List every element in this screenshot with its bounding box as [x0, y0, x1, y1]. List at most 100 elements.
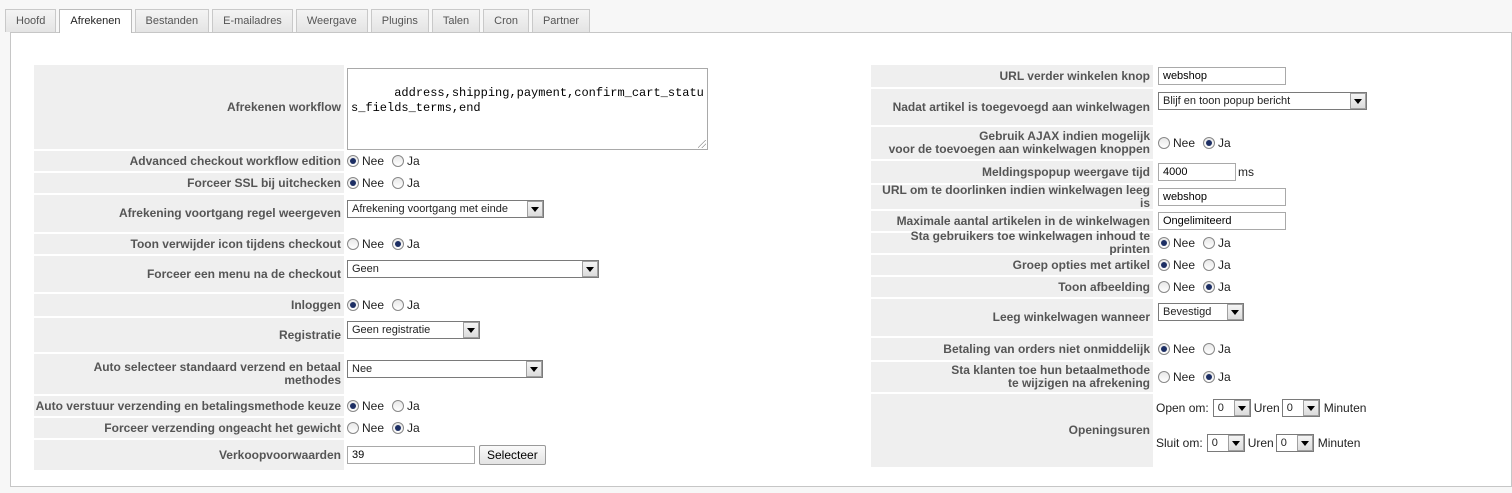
auto-select-row: Auto selecteer standaard verzend en beta… [34, 354, 543, 394]
login-radio-nee[interactable]: Nee [347, 298, 384, 312]
open-hours-select[interactable]: 0 [1212, 399, 1251, 417]
group-options-radio-nee[interactable]: Nee [1158, 258, 1195, 272]
force-shipping-radio-nee[interactable]: Nee [347, 421, 384, 435]
radio-circle-icon[interactable] [347, 238, 359, 250]
tab-afrekenen[interactable]: Afrekenen [59, 9, 132, 33]
login-radio-ja[interactable]: Ja [392, 298, 420, 312]
empty-cart-when-value: Bevestigd [1163, 306, 1212, 318]
remove-icon-radio-nee[interactable]: Nee [347, 237, 384, 251]
tab-e-mailadres[interactable]: E-mailadres [212, 9, 293, 32]
show-image-radio-ja[interactable]: Ja [1203, 280, 1231, 294]
radio-circle-icon[interactable] [1203, 343, 1216, 355]
radio-circle-icon[interactable] [1158, 281, 1170, 293]
radio-label: Ja [1218, 280, 1231, 294]
radio-label: Nee [1173, 236, 1196, 250]
registration-select[interactable]: Geen registratie [347, 321, 480, 339]
continue-url-input[interactable] [1158, 67, 1286, 85]
radio-label: Ja [407, 421, 420, 435]
tab-partner[interactable]: Partner [531, 9, 591, 32]
chevron-down-icon[interactable] [582, 261, 598, 277]
force-ssl-radio-ja[interactable]: Ja [392, 176, 420, 190]
remove-icon-radio-ja[interactable]: Ja [392, 237, 420, 251]
group-options-row: Groep opties met artikel Nee Ja [871, 255, 1239, 275]
force-ssl-radio-nee[interactable]: Nee [347, 176, 384, 190]
resize-grip-icon[interactable] [698, 140, 706, 148]
radio-circle-icon[interactable] [1158, 259, 1170, 271]
tab-talen[interactable]: Talen [431, 9, 481, 32]
payment-not-immediate-radio-nee[interactable]: Nee [1158, 342, 1195, 356]
print-cart-radio-nee[interactable]: Nee [1158, 236, 1195, 250]
popup-time-input[interactable] [1158, 163, 1236, 181]
show-image-radio-nee[interactable]: Nee [1158, 280, 1195, 294]
radio-circle-icon[interactable] [392, 155, 405, 167]
chevron-down-icon[interactable] [1350, 93, 1366, 109]
radio-circle-icon[interactable] [1158, 371, 1170, 383]
radio-circle-icon[interactable] [347, 155, 359, 167]
empty-cart-when-select[interactable]: Bevestigd [1158, 303, 1244, 321]
tab-weergave[interactable]: Weergave [295, 9, 368, 32]
tab-plugins[interactable]: Plugins [370, 9, 429, 32]
radio-circle-icon[interactable] [1158, 137, 1170, 149]
chevron-down-icon[interactable] [463, 322, 479, 338]
tab-bestanden[interactable]: Bestanden [134, 9, 210, 32]
radio-circle-icon[interactable] [1203, 237, 1216, 249]
radio-circle-icon[interactable] [1203, 281, 1216, 293]
select-terms-button[interactable]: Selecteer [479, 445, 546, 465]
auto-submit-radio-ja[interactable]: Ja [392, 399, 420, 413]
radio-circle-icon[interactable] [1158, 343, 1170, 355]
advanced-workflow-radio-nee[interactable]: Nee [347, 154, 384, 168]
chevron-down-icon[interactable] [1227, 435, 1244, 451]
change-payment-radio-ja[interactable]: Ja [1203, 370, 1231, 384]
radio-circle-icon[interactable] [1203, 259, 1216, 271]
close-hours-select[interactable]: 0 [1206, 434, 1245, 452]
use-ajax-radio-ja[interactable]: Ja [1203, 136, 1231, 150]
chevron-down-icon[interactable] [526, 361, 542, 377]
radio-circle-icon[interactable] [392, 400, 405, 412]
max-items-input[interactable] [1158, 212, 1286, 230]
chevron-down-icon[interactable] [1227, 304, 1243, 320]
auto-select-select[interactable]: Nee [347, 360, 543, 378]
payment-not-immediate-radio-ja[interactable]: Ja [1203, 342, 1231, 356]
close-minutes-select[interactable]: 0 [1275, 434, 1314, 452]
use-ajax-radio-nee[interactable]: Nee [1158, 136, 1195, 150]
radio-circle-icon[interactable] [347, 299, 359, 311]
open-minutes-select[interactable]: 0 [1281, 399, 1320, 417]
radio-circle-icon[interactable] [392, 238, 405, 250]
group-options-radio-ja[interactable]: Ja [1203, 258, 1231, 272]
chevron-down-icon[interactable] [1296, 435, 1313, 451]
change-payment-radio-nee[interactable]: Nee [1158, 370, 1195, 384]
print-cart-radio-ja[interactable]: Ja [1203, 236, 1231, 250]
terms-input[interactable] [347, 446, 475, 464]
radio-circle-icon[interactable] [392, 299, 405, 311]
empty-cart-when-label: Leeg winkelwagen wanneer [871, 299, 1153, 336]
radio-circle-icon[interactable] [347, 400, 359, 412]
chevron-down-icon[interactable] [1233, 400, 1250, 416]
chevron-down-icon[interactable] [527, 201, 543, 217]
progress-line-select[interactable]: Afrekening voortgang met einde [347, 200, 544, 218]
auto-submit-row: Auto verstuur verzending en betalingsmet… [34, 396, 428, 416]
radio-circle-icon[interactable] [347, 422, 359, 434]
open-hours-value: 0 [1217, 402, 1224, 414]
force-shipping-row: Forceer verzending ongeacht het gewicht … [34, 418, 428, 438]
force-menu-label: Forceer een menu na de checkout [34, 256, 344, 292]
workflow-textarea[interactable]: address,shipping,payment,confirm_cart_st… [347, 68, 708, 150]
radio-circle-icon[interactable] [1203, 371, 1216, 383]
continue-url-label: URL verder winkelen knop [871, 65, 1153, 87]
radio-circle-icon[interactable] [1203, 137, 1216, 149]
radio-circle-icon[interactable] [392, 422, 405, 434]
open-label: Open om: [1156, 401, 1209, 415]
after-add-select[interactable]: Blijf en toon popup bericht [1158, 92, 1367, 110]
force-shipping-radio-ja[interactable]: Ja [392, 421, 420, 435]
radio-circle-icon[interactable] [392, 177, 405, 189]
auto-submit-radio-nee[interactable]: Nee [347, 399, 384, 413]
auto-submit-label: Auto verstuur verzending en betalingsmet… [34, 396, 344, 416]
chevron-down-icon[interactable] [1302, 400, 1319, 416]
popup-time-label: Meldingspopup weergave tijd [871, 161, 1153, 183]
tab-hoofd[interactable]: Hoofd [5, 9, 57, 32]
tab-cron[interactable]: Cron [483, 9, 529, 32]
radio-circle-icon[interactable] [347, 177, 359, 189]
empty-cart-url-input[interactable] [1158, 188, 1286, 206]
advanced-workflow-radio-ja[interactable]: Ja [392, 154, 420, 168]
force-menu-select[interactable]: Geen [347, 260, 599, 278]
radio-circle-icon[interactable] [1158, 237, 1170, 249]
